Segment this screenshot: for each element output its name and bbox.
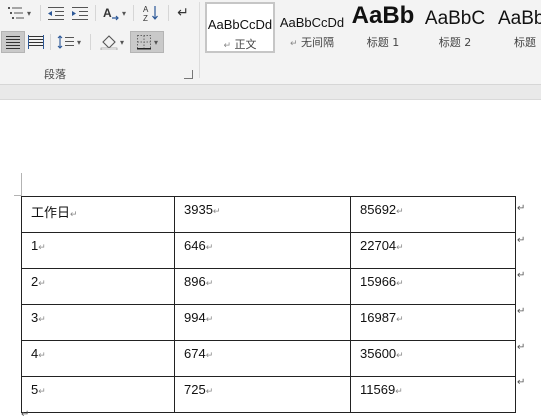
table-cell[interactable]: 15966↵	[350, 268, 516, 305]
shading-bucket-icon	[100, 35, 118, 50]
table-cell[interactable]: 85692↵	[350, 196, 516, 233]
ribbon: ▾ A ▾ A Z ↵ ▾ ▾ ▾ 段落 AaBbCcDd ↵ 正文 AaBbC…	[0, 0, 541, 85]
table-cell[interactable]: 11569↵	[350, 376, 516, 413]
table-cell[interactable]: 2↵	[21, 268, 175, 305]
table-cell[interactable]: 674↵	[174, 340, 351, 377]
table-cell[interactable]: 22704↵	[350, 232, 516, 269]
table-cell[interactable]: 35600↵	[350, 340, 516, 377]
paragraph-mark-icon: ↵	[177, 5, 189, 21]
table-cell[interactable]: 896↵	[174, 268, 351, 305]
line-spacing-button[interactable]: ▾	[54, 31, 84, 53]
distributed-button[interactable]	[25, 31, 47, 53]
style-name: 标题 2	[438, 36, 472, 49]
table-row: 1↵ 646↵ 22704↵	[21, 232, 516, 269]
style-no-spacing[interactable]: AaBbCcDd ↵ 无间隔	[278, 2, 346, 53]
table-cell[interactable]: 工作日↵	[21, 196, 175, 233]
style-heading-1[interactable]: AaBb 标题 1	[350, 2, 416, 53]
show-paragraph-marks-button[interactable]: ↵	[172, 2, 194, 24]
style-name: 正文	[234, 38, 257, 51]
row-end-mark: ↵	[517, 306, 526, 317]
table-cell[interactable]: 1↵	[21, 232, 175, 269]
row-end-mark: ↵	[517, 342, 526, 353]
chevron-down-icon: ▾	[121, 8, 126, 18]
decrease-indent-button[interactable]	[44, 2, 68, 24]
table-cell[interactable]: 5↵	[21, 376, 175, 413]
table-cell[interactable]: 3↵	[21, 304, 175, 341]
style-sample: AaBbCcDd	[279, 15, 345, 30]
row-end-mark: ↵	[517, 377, 526, 388]
multilevel-list-button[interactable]: ▾	[2, 2, 36, 24]
decrease-indent-icon	[48, 7, 64, 20]
borders-icon	[136, 35, 151, 50]
multilevel-list-icon	[7, 7, 24, 19]
style-title[interactable]: AaBb 标题	[494, 2, 541, 53]
row-end-mark: ↵	[517, 203, 526, 214]
chevron-down-icon: ▾	[153, 37, 158, 47]
table-row: 2↵ 896↵ 15966↵	[21, 268, 516, 305]
row-end-mark: ↵	[517, 270, 526, 281]
table-row: 4↵ 674↵ 35600↵	[21, 340, 516, 377]
svg-text:A: A	[143, 5, 149, 14]
table-cell[interactable]: 994↵	[174, 304, 351, 341]
table-cell[interactable]: 4↵	[21, 340, 175, 377]
line-spacing-icon	[57, 35, 74, 49]
justify-button[interactable]	[1, 31, 25, 53]
margin-crop-mark	[14, 173, 22, 196]
style-normal[interactable]: AaBbCcDd ↵ 正文	[205, 2, 275, 53]
chevron-down-icon: ▾	[76, 37, 81, 47]
table-row: 3↵ 994↵ 16987↵	[21, 304, 516, 341]
distributed-icon	[28, 35, 44, 49]
increase-indent-button[interactable]	[68, 2, 92, 24]
paragraph-mark-icon: ↵	[223, 41, 232, 51]
table-cell[interactable]: 16987↵	[350, 304, 516, 341]
sort-icon: A Z	[143, 5, 158, 22]
increase-indent-icon	[72, 7, 88, 20]
row-end-mark: ↵	[517, 235, 526, 246]
table-row: 工作日↵ 3935↵ 85692↵	[21, 196, 516, 233]
table-cell[interactable]: 725↵	[174, 376, 351, 413]
sort-button[interactable]: A Z	[138, 2, 164, 24]
paragraph-group-label: 段落	[44, 69, 66, 81]
paragraph-dialog-launcher-icon[interactable]	[184, 70, 193, 79]
shading-button[interactable]: ▾	[96, 31, 128, 53]
chevron-down-icon: ▾	[26, 8, 31, 18]
paragraph-mark-icon: ↵	[289, 39, 298, 49]
paragraph-end-mark: ↵	[21, 409, 30, 420]
borders-button[interactable]: ▾	[130, 31, 164, 53]
justify-icon	[6, 36, 20, 49]
ribbon-collapse-bar	[0, 85, 541, 100]
style-sample: AaBbC	[424, 8, 486, 29]
style-sample: AaBb	[498, 8, 541, 29]
document-page[interactable]: 工作日↵ 3935↵ 85692↵ 1↵ 646↵ 22704↵ 2↵ 896↵…	[0, 100, 541, 420]
data-table[interactable]: 工作日↵ 3935↵ 85692↵ 1↵ 646↵ 22704↵ 2↵ 896↵…	[21, 196, 516, 413]
style-heading-2[interactable]: AaBbC 标题 2	[422, 2, 488, 53]
style-name: 标题 1	[366, 36, 400, 49]
style-sample: AaBbCcDd	[207, 17, 273, 32]
svg-text:A: A	[103, 6, 112, 20]
table-row: 5↵ 725↵ 11569↵	[21, 376, 516, 413]
text-direction-icon: A	[103, 6, 119, 21]
style-name: 标题	[514, 36, 536, 49]
chevron-down-icon: ▾	[119, 37, 124, 47]
table-cell[interactable]: 646↵	[174, 232, 351, 269]
text-direction-button[interactable]: A ▾	[99, 2, 129, 24]
table-cell[interactable]: 3935↵	[174, 196, 351, 233]
svg-text:Z: Z	[143, 14, 148, 22]
style-sample: AaBb	[351, 2, 415, 29]
style-name: 无间隔	[301, 36, 335, 49]
